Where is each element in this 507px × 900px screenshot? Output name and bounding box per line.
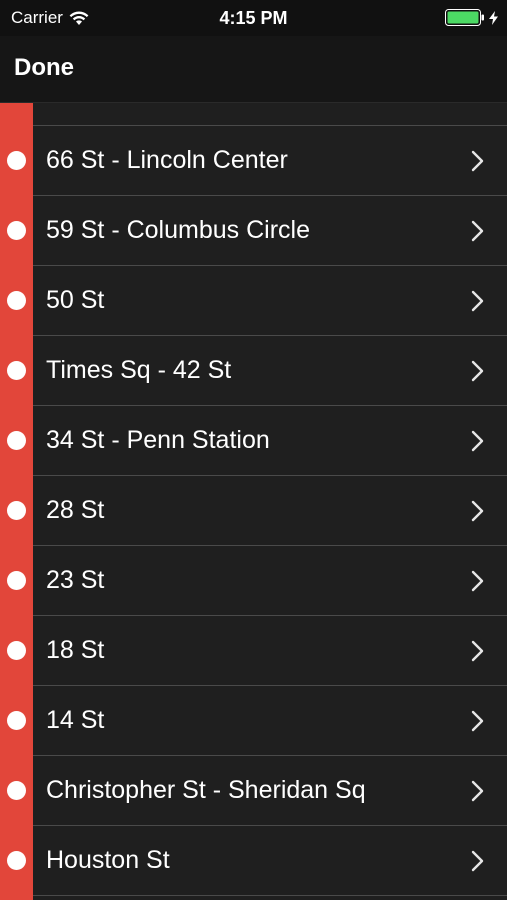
status-bar: Carrier 4:15 PM <box>0 0 507 36</box>
station-name: 34 St - Penn Station <box>46 426 270 454</box>
station-row[interactable]: 28 St <box>7 476 507 546</box>
station-name: 59 St - Columbus Circle <box>46 216 310 244</box>
station-name: Times Sq - 42 St <box>46 356 232 384</box>
chevron-right-icon <box>471 220 484 242</box>
chevron-right-icon <box>471 570 484 592</box>
station-row[interactable]: 50 St <box>7 266 507 336</box>
station-row[interactable]: 34 St - Penn Station <box>7 406 507 476</box>
station-name: 18 St <box>46 636 105 664</box>
station-name: Christopher St - Sheridan Sq <box>46 776 366 804</box>
station-row[interactable]: 66 St - Lincoln Center <box>7 126 507 196</box>
status-time: 4:15 PM <box>219 8 288 28</box>
chevron-right-icon <box>471 710 484 732</box>
station-name: 28 St <box>46 496 105 524</box>
station-dot-icon <box>7 221 26 240</box>
station-name: Houston St <box>46 846 170 874</box>
battery-indicator <box>445 9 498 31</box>
chevron-right-icon <box>471 780 484 802</box>
station-dot-icon <box>7 711 26 730</box>
battery-icon <box>445 9 485 31</box>
station-dot-icon <box>7 501 26 520</box>
station-row[interactable]: Times Sq - 42 St <box>7 336 507 406</box>
station-row[interactable]: Christopher St - Sheridan Sq <box>7 756 507 826</box>
done-button[interactable]: Done <box>14 54 74 82</box>
chevron-right-icon <box>471 360 484 382</box>
station-dot-icon <box>7 641 26 660</box>
chevron-right-icon <box>471 850 484 872</box>
charging-bolt-icon <box>489 10 498 30</box>
station-dot-icon <box>7 851 26 870</box>
navigation-bar: Done <box>0 36 507 103</box>
station-dot-icon <box>7 291 26 310</box>
station-row[interactable]: 59 St - Columbus Circle <box>7 196 507 266</box>
station-name: 50 St <box>46 286 105 314</box>
station-dot-icon <box>7 361 26 380</box>
chevron-right-icon <box>471 640 484 662</box>
list-top-partial-row <box>33 103 507 126</box>
station-dot-icon <box>7 571 26 590</box>
station-name: 66 St - Lincoln Center <box>46 146 288 174</box>
station-dot-icon <box>7 431 26 450</box>
station-dot-icon <box>7 781 26 800</box>
station-row[interactable]: 23 St <box>7 546 507 616</box>
chevron-right-icon <box>471 150 484 172</box>
station-name: 23 St <box>46 566 105 594</box>
screen: Carrier 4:15 PM Done 66 St - Lincoln Cen… <box>0 0 507 900</box>
chevron-right-icon <box>471 500 484 522</box>
station-rows: 66 St - Lincoln Center 59 St - Columbus C… <box>0 126 507 896</box>
station-list[interactable]: 66 St - Lincoln Center 59 St - Columbus C… <box>0 103 507 900</box>
station-row[interactable]: 18 St <box>7 616 507 686</box>
chevron-right-icon <box>471 290 484 312</box>
station-row[interactable]: Houston St <box>7 826 507 896</box>
chevron-right-icon <box>471 430 484 452</box>
station-dot-icon <box>7 151 26 170</box>
station-row[interactable]: 14 St <box>7 686 507 756</box>
station-name: 14 St <box>46 706 105 734</box>
